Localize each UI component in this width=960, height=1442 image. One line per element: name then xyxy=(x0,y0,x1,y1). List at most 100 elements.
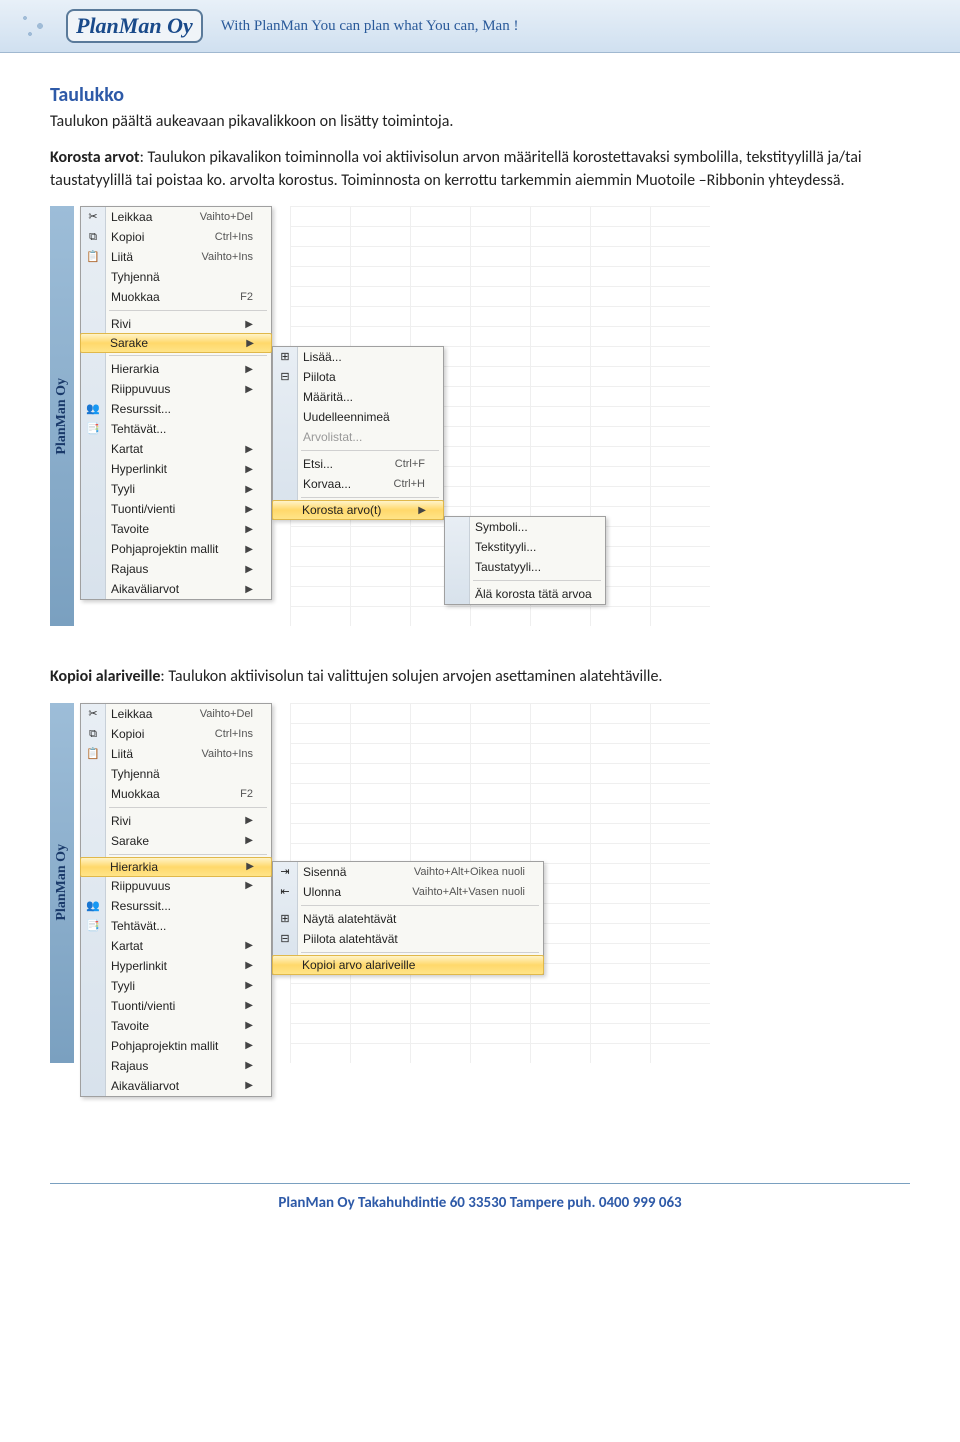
para2-bold: Kopioi alariveille xyxy=(50,667,160,686)
menu-item-label: Hierarkia xyxy=(111,362,159,376)
menu-item[interactable]: Arvolistat... xyxy=(273,427,443,447)
menu-item[interactable]: 📋LiitäVaihto+Ins xyxy=(81,744,271,764)
submenu-arrow-icon: ▶ xyxy=(245,384,253,395)
submenu-korosta-arvot[interactable]: Symboli...Tekstityyli...Taustatyyli... Äl… xyxy=(444,516,606,605)
menu-item[interactable]: 📑Tehtävät... xyxy=(81,916,271,936)
logo-text: PlanMan Oy xyxy=(66,9,203,43)
menu-item-label: Lisää... xyxy=(303,350,342,364)
menu-item[interactable]: Riippuvuus▶ xyxy=(81,876,271,896)
menu-item-label: Sarake xyxy=(110,336,148,350)
menu-item-shortcut: Vaihto+Alt+Oikea nuoli xyxy=(414,866,525,878)
menu-separator xyxy=(109,854,267,855)
submenu-arrow-icon: ▶ xyxy=(245,484,253,495)
menu-item[interactable]: Korvaa...Ctrl+H xyxy=(273,474,443,494)
menu-item[interactable]: ⇤UlonnaVaihto+Alt+Vasen nuoli xyxy=(273,882,543,902)
submenu-arrow-icon: ▶ xyxy=(245,504,253,515)
menu-item[interactable]: 👥Resurssit... xyxy=(81,896,271,916)
menu-item[interactable]: Rajaus▶ xyxy=(81,559,271,579)
menu-item[interactable]: Tuonti/vienti▶ xyxy=(81,499,271,519)
menu-item[interactable]: Aikaväliarvot▶ xyxy=(81,579,271,599)
menu-item[interactable]: ⊞Näytä alatehtävät xyxy=(273,909,543,929)
menu-item[interactable]: Kopioi arvo alariveille xyxy=(272,955,544,975)
menu-item[interactable]: Kartat▶ xyxy=(81,936,271,956)
submenu-arrow-icon: ▶ xyxy=(245,444,253,455)
menu-item[interactable]: ✂LeikkaaVaihto+Del xyxy=(81,207,271,227)
menu-item[interactable]: Hierarkia ▶ xyxy=(81,359,271,379)
menu-item-label: Rajaus xyxy=(111,1059,148,1073)
menu-item[interactable]: Tavoite▶ xyxy=(81,519,271,539)
menu-item[interactable]: Hyperlinkit▶ xyxy=(81,956,271,976)
menu-item[interactable]: ⊞Lisää... xyxy=(273,347,443,367)
menu-item[interactable]: Tyhjennä xyxy=(81,267,271,287)
menu-item[interactable]: Hyperlinkit▶ xyxy=(81,459,271,479)
menu-item[interactable]: MuokkaaF2 xyxy=(81,784,271,804)
menu-item-label: Tehtävät... xyxy=(111,422,166,436)
menu-separator xyxy=(301,905,539,906)
menu-item[interactable]: Älä korosta tätä arvoa xyxy=(445,584,605,604)
menu-item-shortcut: Ctrl+H xyxy=(394,478,425,490)
menu-item-label: Hierarkia xyxy=(110,860,158,874)
submenu-hierarkia[interactable]: ⇥SisennäVaihto+Alt+Oikea nuoli⇤UlonnaVai… xyxy=(272,861,544,975)
menu-item[interactable]: Taustatyyli... xyxy=(445,557,605,577)
context-menu-2[interactable]: ✂LeikkaaVaihto+Del⧉KopioiCtrl+Ins📋LiitäV… xyxy=(80,703,272,1097)
menu-item[interactable]: Korosta arvo(t)▶ xyxy=(272,500,444,520)
menu-item-label: Hyperlinkit xyxy=(111,959,167,973)
menu-item[interactable]: ⧉KopioiCtrl+Ins xyxy=(81,227,271,247)
menu-item[interactable]: Pohjaprojektin mallit▶ xyxy=(81,1036,271,1056)
context-menu-1[interactable]: ✂LeikkaaVaihto+Del⧉KopioiCtrl+Ins📋LiitäV… xyxy=(80,206,272,600)
menu-item[interactable]: Tyyli▶ xyxy=(81,976,271,996)
globe-dots-icon xyxy=(10,6,60,46)
menu-item-label: Leikkaa xyxy=(111,210,152,224)
menu-item[interactable]: Rajaus▶ xyxy=(81,1056,271,1076)
menu-item-shortcut: Ctrl+Ins xyxy=(215,231,253,243)
menu-item[interactable]: 👥Resurssit... xyxy=(81,399,271,419)
menu-item[interactable]: Pohjaprojektin mallit▶ xyxy=(81,539,271,559)
submenu-arrow-icon: ▶ xyxy=(245,364,253,375)
menu-item-icon: ⊞ xyxy=(277,912,293,926)
menu-item-label: Tuonti/vienti xyxy=(111,999,175,1013)
menu-item[interactable]: Uudelleennimeä xyxy=(273,407,443,427)
menu-item[interactable]: Tavoite▶ xyxy=(81,1016,271,1036)
menu-item[interactable]: ✂LeikkaaVaihto+Del xyxy=(81,704,271,724)
menu-separator xyxy=(301,450,439,451)
menu-item[interactable]: Tuonti/vienti▶ xyxy=(81,996,271,1016)
menu-item[interactable]: Hierarkia▶ xyxy=(80,857,272,877)
intro-text: Taulukon päältä aukeavaan pikavalikkoon … xyxy=(50,111,910,133)
menu-item[interactable]: ⧉KopioiCtrl+Ins xyxy=(81,724,271,744)
submenu-arrow-icon: ▶ xyxy=(246,338,254,349)
menu-item-shortcut: Vaihto+Ins xyxy=(202,251,253,263)
menu-item-icon: ⧉ xyxy=(85,230,101,244)
menu-item[interactable]: Symboli... xyxy=(445,517,605,537)
menu-item[interactable]: ⇥SisennäVaihto+Alt+Oikea nuoli xyxy=(273,862,543,882)
menu-item-label: Kartat xyxy=(111,939,143,953)
menu-item[interactable]: Rivi▶ xyxy=(81,811,271,831)
para1-rest: : Taulukon pikavalikon toiminnolla voi a… xyxy=(50,148,862,189)
menu-item[interactable]: Tyhjennä xyxy=(81,764,271,784)
menu-item[interactable]: Sarake▶ xyxy=(81,831,271,851)
menu-item[interactable]: Sarake ▶ xyxy=(80,333,272,353)
menu-item[interactable]: Tyyli ▶ xyxy=(81,479,271,499)
menu-item-label: Tyyli xyxy=(111,482,135,496)
vstrip-text: PlanMan Oy xyxy=(54,844,70,921)
menu-item-label: Riippuvuus xyxy=(111,382,170,396)
vertical-brand-strip: PlanMan Oy xyxy=(50,206,74,626)
screenshot-2: PlanMan Oy ✂LeikkaaVaihto+Del⧉KopioiCtrl… xyxy=(50,703,910,1063)
menu-item-label: Tyyli xyxy=(111,979,135,993)
menu-item-label: Piilota xyxy=(303,370,336,384)
submenu-sarake[interactable]: ⊞Lisää...⊟PiilotaMääritä...Uudelleennime… xyxy=(272,346,444,520)
menu-item[interactable]: Aikaväliarvot▶ xyxy=(81,1076,271,1096)
menu-item[interactable]: ⊟Piilota alatehtävät xyxy=(273,929,543,949)
menu-item-icon: 📋 xyxy=(85,747,101,761)
menu-item[interactable]: Kartat▶ xyxy=(81,439,271,459)
menu-item[interactable]: 📑Tehtävät... xyxy=(81,419,271,439)
menu-item[interactable]: 📋LiitäVaihto+Ins xyxy=(81,247,271,267)
menu-item[interactable]: Etsi...Ctrl+F xyxy=(273,454,443,474)
menu-item[interactable]: Riippuvuus ▶ xyxy=(81,379,271,399)
menu-item[interactable]: ⊟Piilota xyxy=(273,367,443,387)
menu-item[interactable]: MuokkaaF2 xyxy=(81,287,271,307)
para1: Korosta arvot: Taulukon pikavalikon toim… xyxy=(50,147,910,192)
menu-item[interactable]: Tekstityyli... xyxy=(445,537,605,557)
menu-item-icon: ⧉ xyxy=(85,727,101,741)
menu-item[interactable]: Määritä... xyxy=(273,387,443,407)
menu-item[interactable]: Rivi▶ xyxy=(81,314,271,334)
